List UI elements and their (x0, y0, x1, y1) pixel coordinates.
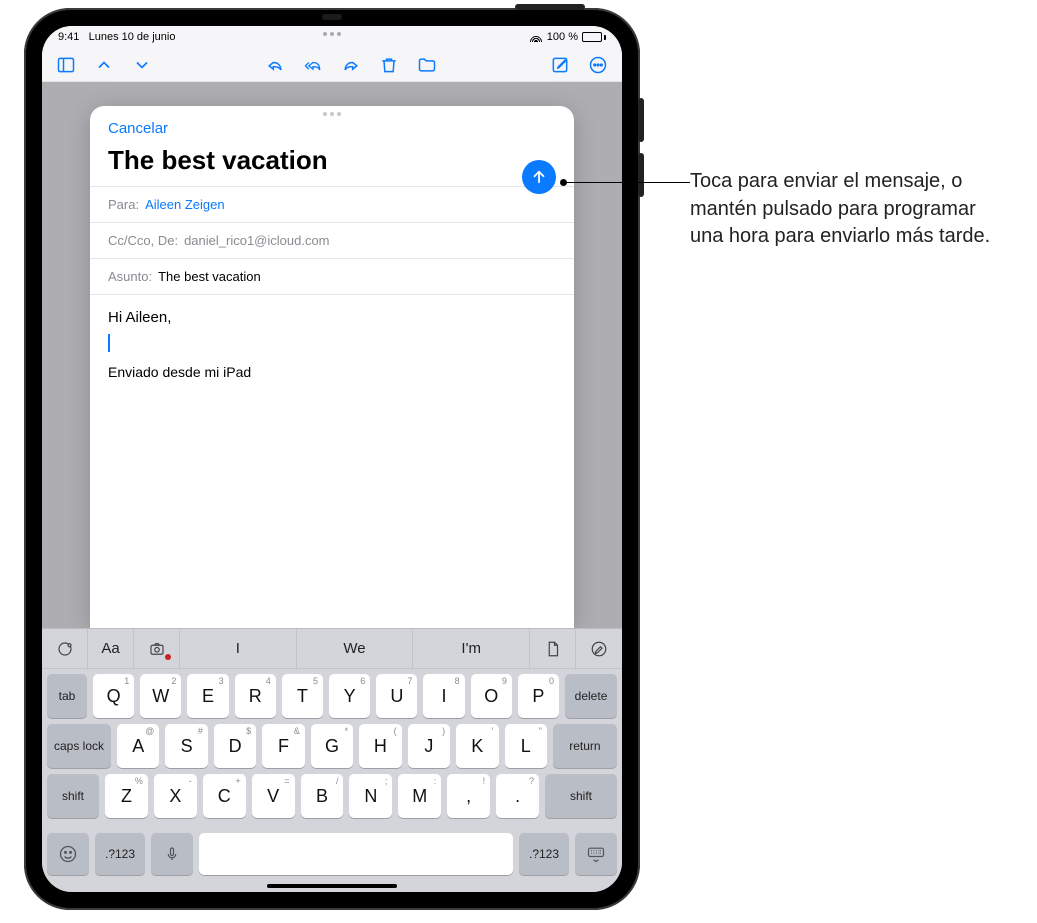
key-n[interactable]: N; (349, 774, 392, 818)
to-label: Para: (108, 197, 139, 212)
volume-up-button (638, 98, 644, 142)
key-m[interactable]: M: (398, 774, 441, 818)
chevron-up-icon[interactable] (94, 55, 114, 75)
more-icon[interactable] (588, 55, 608, 75)
key-f[interactable]: F& (262, 724, 304, 768)
key-dictation[interactable] (151, 833, 193, 875)
key-tab[interactable]: tab (47, 674, 87, 718)
wifi-icon (529, 32, 543, 42)
key-p[interactable]: P0 (518, 674, 559, 718)
status-right: 100 % (529, 31, 606, 43)
key-b[interactable]: B/ (301, 774, 344, 818)
to-value[interactable]: Aileen Zeigen (145, 197, 225, 212)
cc-field-row[interactable]: Cc/Cco, De: daniel_rico1@icloud.com (90, 222, 574, 258)
mail-toolbar (42, 48, 622, 82)
camera-scan-icon[interactable] (134, 629, 180, 668)
suggestion-1[interactable]: I (180, 629, 297, 668)
compose-icon[interactable] (550, 55, 570, 75)
key-v[interactable]: V= (252, 774, 295, 818)
key-shift-right[interactable]: shift (545, 774, 617, 818)
key-d[interactable]: D$ (214, 724, 256, 768)
camera-notch (322, 14, 342, 20)
subject-value: The best vacation (158, 269, 261, 284)
key-t[interactable]: T5 (282, 674, 323, 718)
body-greeting: Hi Aileen, (108, 307, 556, 330)
key-k[interactable]: K' (456, 724, 498, 768)
home-indicator[interactable] (267, 884, 397, 888)
key-numsym-right[interactable]: .?123 (519, 833, 569, 875)
key-y[interactable]: Y6 (329, 674, 370, 718)
ipad-screen: 9:41 Lunes 10 de junio 100 % (42, 26, 622, 892)
status-date: Lunes 10 de junio (89, 31, 176, 43)
to-field-row[interactable]: Para: Aileen Zeigen (90, 186, 574, 222)
key-a[interactable]: A@ (117, 724, 159, 768)
status-time: 9:41 (58, 31, 79, 43)
key-q[interactable]: Q1 (93, 674, 134, 718)
document-scan-icon[interactable] (530, 629, 576, 668)
sidebar-toggle-icon[interactable] (56, 55, 76, 75)
key-.[interactable]: .? (496, 774, 539, 818)
key-emoji[interactable] (47, 833, 89, 875)
markup-icon[interactable] (576, 629, 622, 668)
key-space[interactable] (199, 833, 513, 875)
key-capslock[interactable]: caps lock (47, 724, 111, 768)
key-hide-keyboard[interactable] (575, 833, 617, 875)
key-h[interactable]: H( (359, 724, 401, 768)
text-cursor (108, 334, 110, 352)
key-s[interactable]: S# (165, 724, 207, 768)
key-delete[interactable]: delete (565, 674, 617, 718)
key-u[interactable]: U7 (376, 674, 417, 718)
cc-value: daniel_rico1@icloud.com (184, 233, 329, 248)
suggestion-3[interactable]: I'm (413, 629, 530, 668)
cancel-button[interactable]: Cancelar (108, 120, 168, 137)
key-shift-left[interactable]: shift (47, 774, 99, 818)
key-x[interactable]: X- (154, 774, 197, 818)
reply-all-icon[interactable] (303, 55, 323, 75)
key-l[interactable]: L" (505, 724, 547, 768)
key-o[interactable]: O9 (471, 674, 512, 718)
volume-down-button (638, 153, 644, 197)
battery-icon (582, 32, 606, 42)
callout-leader-line (564, 182, 690, 183)
key-,[interactable]: ,! (447, 774, 490, 818)
chevron-down-icon[interactable] (132, 55, 152, 75)
key-return[interactable]: return (553, 724, 617, 768)
subject-label: Asunto: (108, 269, 152, 284)
stickers-icon[interactable] (42, 629, 88, 668)
cc-label: Cc/Cco, De: (108, 233, 178, 248)
compose-sheet: Cancelar The best vacation Para: Aileen … (90, 106, 574, 628)
suggestion-2[interactable]: We (297, 629, 414, 668)
trash-icon[interactable] (379, 55, 399, 75)
subject-field-row[interactable]: Asunto: The best vacation (90, 258, 574, 295)
forward-icon[interactable] (341, 55, 361, 75)
compose-title: The best vacation (90, 137, 574, 186)
key-w[interactable]: W2 (140, 674, 181, 718)
compose-body[interactable]: Hi Aileen, Enviado desde mi iPad (90, 295, 574, 628)
multitasking-dots[interactable] (323, 32, 341, 36)
power-button (515, 4, 585, 10)
battery-percent: 100 % (547, 31, 578, 43)
send-button[interactable] (522, 160, 556, 194)
key-e[interactable]: E3 (187, 674, 228, 718)
keyboard-toolbar: Aa I We I'm (42, 629, 622, 669)
signature-text: Enviado desde mi iPad (108, 362, 556, 383)
key-r[interactable]: R4 (235, 674, 276, 718)
key-numsym-left[interactable]: .?123 (95, 833, 145, 875)
status-bar: 9:41 Lunes 10 de junio 100 % (42, 26, 622, 48)
onscreen-keyboard: Aa I We I'm tab Q1W2E3R4T5Y6U7I8O9 (42, 628, 622, 892)
key-c[interactable]: C+ (203, 774, 246, 818)
key-j[interactable]: J) (408, 724, 450, 768)
key-g[interactable]: G* (311, 724, 353, 768)
status-left: 9:41 Lunes 10 de junio (58, 31, 175, 43)
format-aa-icon[interactable]: Aa (88, 629, 134, 668)
move-folder-icon[interactable] (417, 55, 437, 75)
callout-text: Toca para enviar el mensaje, o mantén pu… (690, 168, 1010, 251)
key-i[interactable]: I8 (423, 674, 464, 718)
key-z[interactable]: Z% (105, 774, 148, 818)
ipad-device-frame: 9:41 Lunes 10 de junio 100 % (24, 8, 640, 910)
reply-icon[interactable] (265, 55, 285, 75)
